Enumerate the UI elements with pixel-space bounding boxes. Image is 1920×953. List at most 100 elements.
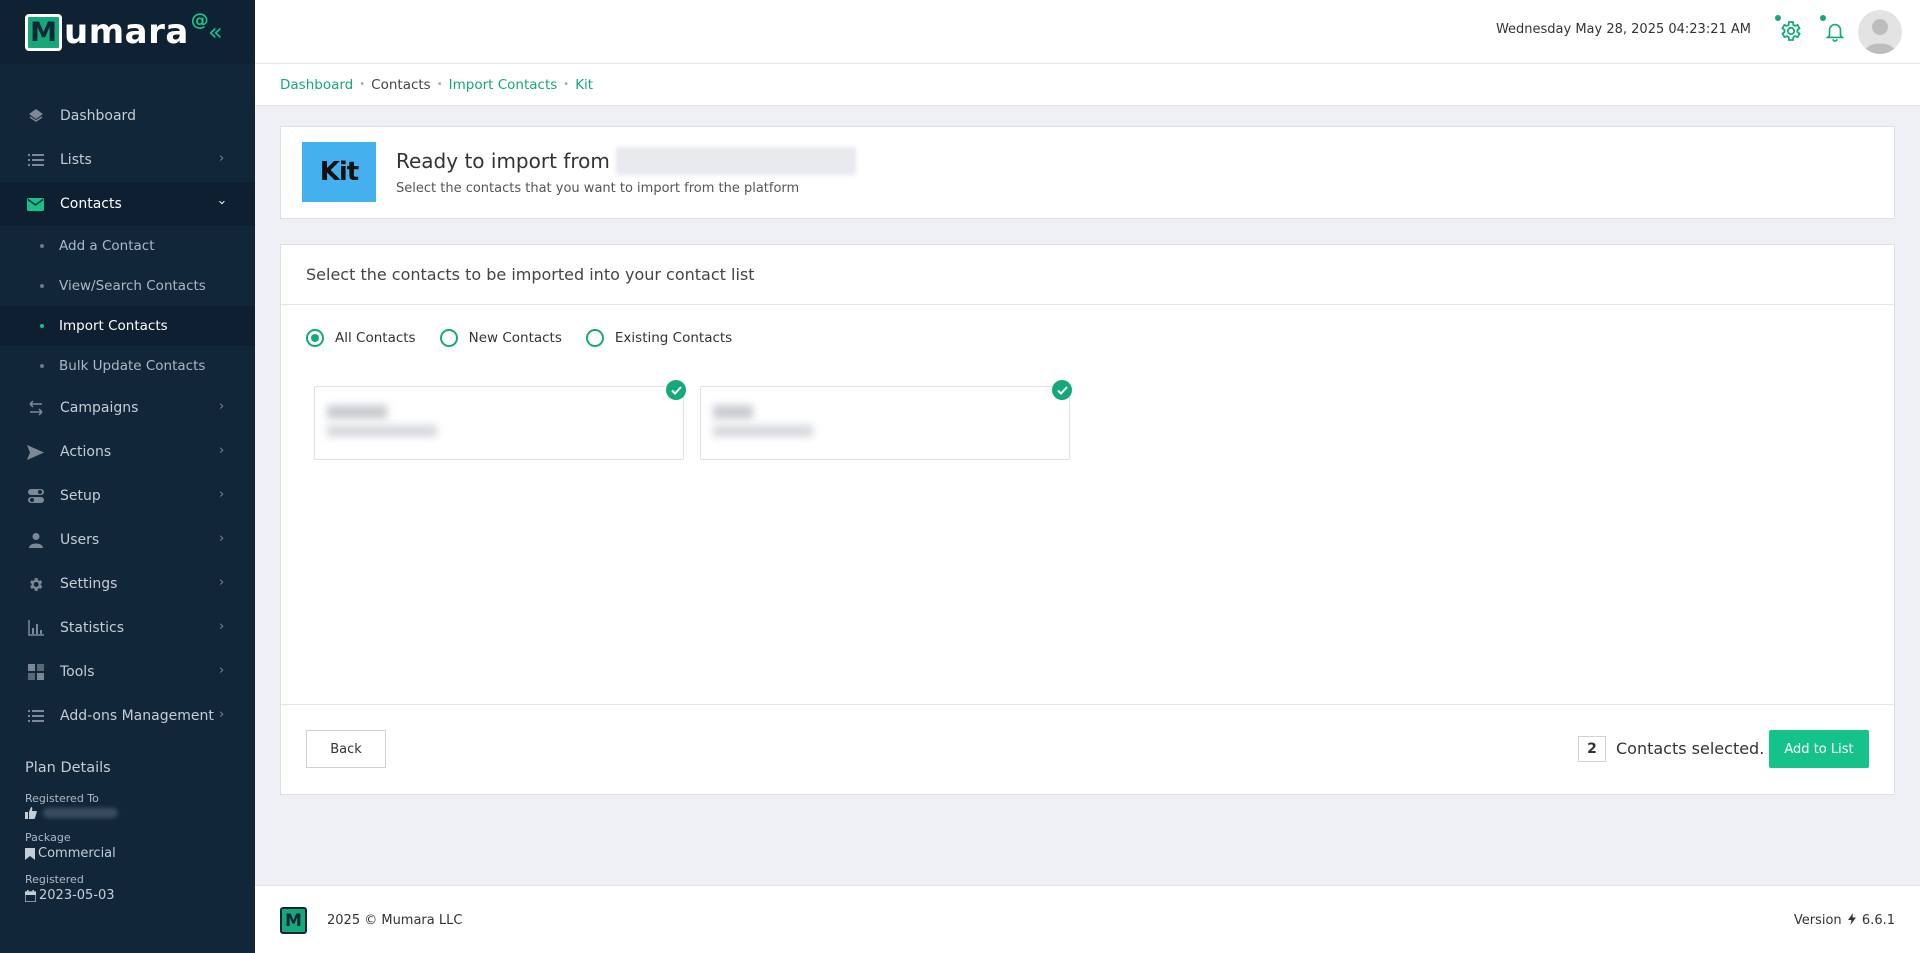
notifications-button[interactable] — [1820, 15, 1848, 44]
registered-label: Registered — [25, 873, 84, 886]
sidebar-item-contacts[interactable]: Contacts › — [0, 182, 255, 226]
check-circle-icon — [1052, 380, 1072, 400]
filter-new-contacts[interactable]: New Contacts — [439, 329, 562, 347]
filter-label: New Contacts — [468, 330, 562, 346]
bullet-icon — [40, 364, 44, 368]
filter-all-contacts[interactable]: All Contacts — [306, 329, 416, 347]
toggle-icon — [27, 488, 44, 505]
sidebar-item-label: Statistics — [60, 620, 124, 636]
logo-bar: M umara @ « — [0, 0, 255, 64]
contacts-submenu: Add a Contact View/Search Contacts Impor… — [0, 226, 255, 386]
filter-existing-contacts[interactable]: Existing Contacts — [585, 329, 733, 347]
bookmark-icon — [25, 847, 35, 860]
sidebar: M umara @ « Dashboard Lists › Contacts › — [0, 0, 255, 953]
sidebar-item-setup[interactable]: Setup › — [0, 474, 255, 518]
chevron-right-icon: › — [219, 707, 225, 722]
sidebar-item-settings[interactable]: Settings › — [0, 562, 255, 606]
selected-label: Contacts selected. — [1616, 739, 1765, 758]
contact-selection-card: Select the contacts to be imported into … — [280, 244, 1895, 795]
collapse-sidebar-button[interactable]: « — [208, 20, 223, 44]
chevron-right-icon: › — [219, 663, 225, 678]
breadcrumb: Dashboard • Contacts • Import Contacts •… — [255, 64, 1920, 106]
sidebar-item-campaigns[interactable]: Campaigns › — [0, 386, 255, 430]
ready-title: Ready to import from — [396, 147, 856, 175]
kit-logo: Kit — [302, 142, 376, 202]
chevron-right-icon: › — [219, 619, 225, 634]
bell-icon — [1825, 23, 1845, 42]
sidebar-item-label: Dashboard — [60, 108, 136, 124]
sidebar-item-statistics[interactable]: Statistics › — [0, 606, 255, 650]
logo-text: umara — [64, 12, 189, 52]
plan-details: Plan Details Registered To Package Comme… — [25, 760, 235, 903]
bullet-icon — [40, 284, 44, 288]
registered-value: 2023-05-03 — [25, 888, 235, 903]
chevron-right-icon: › — [219, 443, 225, 458]
footer-logo: M — [280, 907, 307, 934]
radio-checked-icon[interactable] — [306, 329, 324, 347]
sidebar-item-dashboard[interactable]: Dashboard — [0, 94, 255, 138]
radio-unchecked-icon[interactable] — [439, 329, 458, 347]
envelope-icon — [27, 196, 44, 213]
settings-button[interactable] — [1775, 15, 1803, 44]
sidebar-item-label: Tools — [60, 664, 95, 680]
sidebar-item-actions[interactable]: Actions › — [0, 430, 255, 474]
submenu-item-label: Bulk Update Contacts — [59, 358, 206, 374]
package-value: Commercial — [25, 846, 235, 861]
sidebar-item-label: Settings — [60, 576, 118, 592]
filter-label: Existing Contacts — [614, 330, 733, 346]
current-datetime: Wednesday May 28, 2025 04:23:21 AM — [1495, 22, 1751, 37]
copyright: 2025 © Mumara LLC — [327, 913, 463, 928]
check-circle-icon — [666, 380, 686, 400]
notification-dot — [1820, 15, 1826, 21]
selection-footer: Back 2 Contacts selected. Add to List — [281, 704, 1894, 794]
page-footer: M 2025 © Mumara LLC Version 6.6.1 — [255, 885, 1920, 953]
submenu-item-add-contact[interactable]: Add a Contact — [0, 226, 255, 266]
sidebar-item-label: Actions — [60, 444, 112, 460]
thumbs-up-icon — [25, 807, 37, 819]
top-header: Wednesday May 28, 2025 04:23:21 AM — [255, 0, 1920, 64]
chevron-right-icon: › — [219, 487, 225, 502]
selection-heading: Select the contacts to be imported into … — [281, 245, 1894, 305]
notification-dot — [1775, 15, 1781, 21]
breadcrumb-dashboard[interactable]: Dashboard — [280, 77, 353, 93]
chart-icon — [27, 620, 44, 637]
radio-unchecked-icon[interactable] — [585, 329, 604, 347]
avatar-icon — [1864, 19, 1896, 54]
sidebar-item-label: Campaigns — [60, 400, 139, 416]
ready-title-text: Ready to import from — [396, 149, 610, 173]
submenu-item-view-search-contacts[interactable]: View/Search Contacts — [0, 266, 255, 306]
contact-filter-group: All Contacts New Contacts Existing Conta… — [306, 329, 756, 347]
submenu-item-import-contacts[interactable]: Import Contacts — [0, 306, 255, 346]
breadcrumb-separator: • — [359, 79, 366, 90]
breadcrumb-import-contacts[interactable]: Import Contacts — [449, 77, 558, 93]
sidebar-item-tools[interactable]: Tools › — [0, 650, 255, 694]
breadcrumb-separator: • — [563, 79, 570, 90]
gear-icon — [27, 576, 44, 593]
chevron-down-icon: › — [214, 199, 230, 206]
add-to-list-button[interactable]: Add to List — [1769, 730, 1869, 768]
chevron-right-icon: › — [219, 399, 225, 414]
gear-icon — [1781, 21, 1801, 41]
submenu-item-bulk-update-contacts[interactable]: Bulk Update Contacts — [0, 346, 255, 386]
sidebar-item-label: Lists — [60, 152, 92, 168]
sidebar-item-lists[interactable]: Lists › — [0, 138, 255, 182]
redacted-value — [43, 808, 118, 818]
sidebar-item-addons-management[interactable]: Add-ons Management › — [0, 694, 255, 738]
breadcrumb-kit[interactable]: Kit — [575, 77, 593, 93]
back-button[interactable]: Back — [306, 730, 386, 768]
version-number: 6.6.1 — [1861, 913, 1895, 928]
list-icon — [27, 708, 44, 725]
package-label: Package — [25, 831, 71, 844]
submenu-item-label: Add a Contact — [59, 238, 155, 254]
import-source-card: Kit Ready to import from Select the cont… — [280, 126, 1895, 219]
contact-card[interactable] — [314, 380, 686, 460]
user-avatar[interactable] — [1858, 10, 1902, 54]
sidebar-item-users[interactable]: Users › — [0, 518, 255, 562]
submenu-item-label: Import Contacts — [59, 318, 168, 334]
arrows-icon — [27, 400, 44, 417]
chevron-right-icon: › — [219, 151, 225, 166]
send-icon — [27, 444, 44, 461]
redacted-contact-email — [327, 425, 437, 437]
contact-card[interactable] — [700, 380, 1072, 460]
filter-label: All Contacts — [335, 330, 416, 346]
